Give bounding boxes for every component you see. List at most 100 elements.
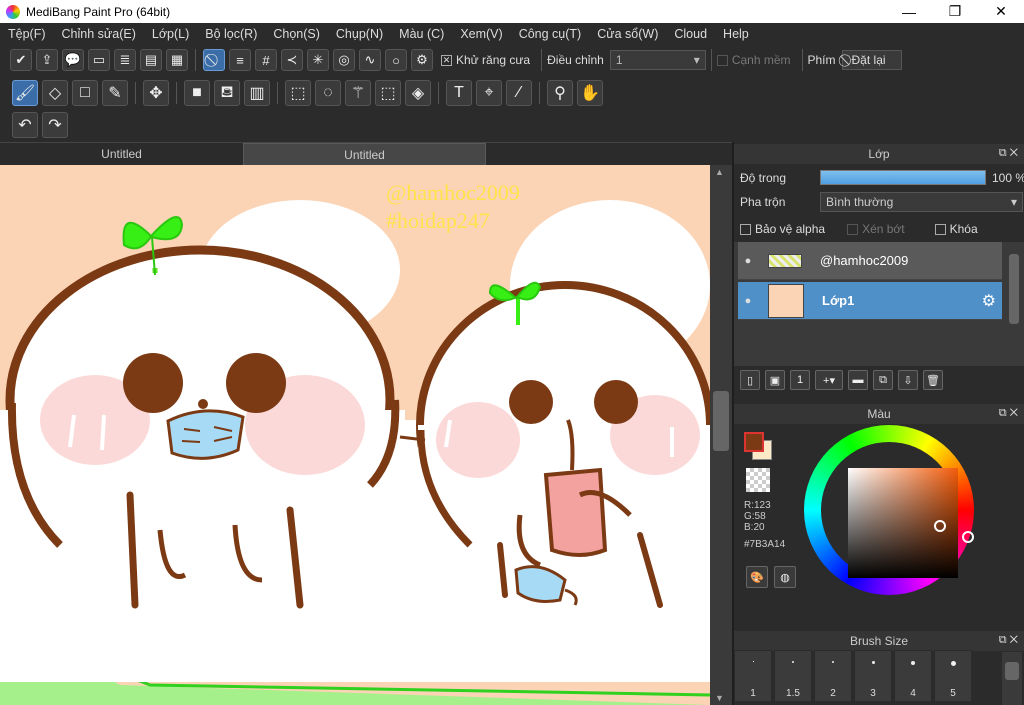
layer-settings-icon[interactable]: ⚙ bbox=[982, 291, 996, 311]
concentric-snap-icon[interactable]: ◎ bbox=[333, 49, 355, 71]
scroll-up-icon[interactable]: ▲ bbox=[715, 167, 724, 177]
page-icon[interactable]: ≣ bbox=[114, 49, 136, 71]
delete-layer-icon[interactable]: 🗑 bbox=[923, 370, 943, 390]
select-eraser-icon[interactable]: ◈ bbox=[405, 80, 431, 106]
foreground-color-swatch[interactable] bbox=[744, 432, 764, 452]
menu-tools[interactable]: Công cụ(T) bbox=[511, 27, 590, 41]
correction-dropdown[interactable]: 1 ▾ bbox=[609, 50, 706, 70]
new-1bit-layer-icon[interactable]: 1 bbox=[790, 370, 810, 390]
brush-size-cell[interactable]: 1 bbox=[734, 650, 772, 702]
text-tool-icon[interactable]: T bbox=[446, 80, 472, 106]
page-settings-icon[interactable]: ▦ bbox=[166, 49, 188, 71]
magic-wand-icon[interactable]: ⚚ bbox=[345, 80, 371, 106]
panel-popout-close-icon[interactable]: ⧉ ✕ bbox=[999, 147, 1018, 160]
perspective-snap-icon[interactable]: ≺ bbox=[281, 49, 303, 71]
lock-checkbox[interactable] bbox=[934, 223, 946, 235]
share-icon[interactable]: ⇪ bbox=[36, 49, 58, 71]
operation-tool-icon[interactable]: ⌖ bbox=[476, 80, 502, 106]
select-pen-icon[interactable]: ⬚ bbox=[375, 80, 401, 106]
circle-snap-icon[interactable]: ○ bbox=[385, 49, 407, 71]
visibility-icon[interactable]: ● bbox=[738, 295, 758, 307]
antialias-checkbox[interactable]: ✕ bbox=[441, 54, 452, 66]
lasso-select-icon[interactable]: ◌ bbox=[315, 80, 341, 106]
tab-untitled-2[interactable]: Untitled bbox=[243, 143, 486, 165]
move-tool-icon[interactable]: ✥ bbox=[143, 80, 169, 106]
menu-window[interactable]: Cửa sổ(W) bbox=[589, 27, 666, 41]
pen-tool-icon[interactable]: ✎ bbox=[102, 80, 128, 106]
panel-popout-close-icon[interactable]: ⧉ ✕ bbox=[999, 634, 1018, 647]
clipping-checkbox[interactable] bbox=[847, 223, 859, 235]
bucket-tool-icon[interactable]: ⛾ bbox=[214, 80, 240, 106]
close-button[interactable]: ✕ bbox=[978, 0, 1024, 23]
drawing-canvas[interactable]: @hamhoc2009 #hoidap247 bbox=[0, 165, 710, 705]
layer-list-scrollbar[interactable] bbox=[1006, 242, 1022, 366]
brush-size-cell[interactable]: 5 bbox=[934, 650, 972, 702]
menu-help[interactable]: Help bbox=[715, 27, 757, 41]
merge-layer-icon[interactable]: ⇩ bbox=[898, 370, 918, 390]
layer-item-selected[interactable]: ● Lớp1 ⚙ bbox=[738, 282, 1002, 320]
hand-tool-icon[interactable]: ✋ bbox=[577, 80, 603, 106]
eyedropper-tool-icon[interactable]: ⚲ bbox=[547, 80, 573, 106]
brush-scroll-thumb[interactable] bbox=[1005, 662, 1019, 680]
snap-off-icon[interactable]: ⃠ bbox=[203, 49, 225, 71]
menu-edit[interactable]: Chỉnh sửa(E) bbox=[54, 27, 144, 41]
transparent-color-swatch[interactable] bbox=[746, 468, 770, 492]
menu-view[interactable]: Xem(V) bbox=[452, 27, 510, 41]
menu-snap[interactable]: Chụp(N) bbox=[328, 27, 391, 41]
fill-shape-icon[interactable]: ■ bbox=[184, 80, 210, 106]
new-layer-icon[interactable]: ▯ bbox=[740, 370, 760, 390]
new-image-layer-icon[interactable]: ▣ bbox=[765, 370, 785, 390]
blend-dropdown[interactable]: Bình thường ▾ bbox=[820, 192, 1023, 212]
snap-settings-icon[interactable]: ⚙ bbox=[411, 49, 433, 71]
grid-snap-icon[interactable]: # bbox=[255, 49, 277, 71]
curve-snap-icon[interactable]: ∿ bbox=[359, 49, 381, 71]
menu-select[interactable]: Chọn(S) bbox=[265, 27, 328, 41]
dot-tool-icon[interactable]: □ bbox=[72, 80, 98, 106]
tab-untitled-1[interactable]: Untitled bbox=[0, 143, 243, 165]
reset-button[interactable]: ⃠ Đặt lại bbox=[841, 50, 902, 70]
minimize-button[interactable]: — bbox=[886, 0, 932, 23]
brush-tool-icon[interactable]: 🖌 bbox=[12, 80, 38, 106]
cloud-check-icon[interactable]: ✔ bbox=[10, 49, 32, 71]
undo-icon[interactable]: ↶ bbox=[12, 112, 38, 138]
comment-icon[interactable]: 💬 bbox=[62, 49, 84, 71]
gradient-tool-icon[interactable]: ▥ bbox=[244, 80, 270, 106]
brush-size-cell[interactable]: 2 bbox=[814, 650, 852, 702]
visibility-icon[interactable]: ● bbox=[738, 255, 758, 267]
layer-scroll-thumb[interactable] bbox=[1009, 254, 1019, 324]
brush-size-cell[interactable]: 3 bbox=[854, 650, 892, 702]
menu-cloud[interactable]: Cloud bbox=[666, 27, 715, 41]
soft-edge-checkbox[interactable] bbox=[716, 54, 728, 66]
brush-size-cell[interactable]: 1.5 bbox=[774, 650, 812, 702]
speech-bubble-icon[interactable]: ▭ bbox=[88, 49, 110, 71]
menu-color[interactable]: Màu (C) bbox=[391, 27, 452, 41]
divide-tool-icon[interactable]: ⁄ bbox=[506, 80, 532, 106]
hue-handle[interactable] bbox=[962, 531, 974, 543]
rect-select-icon[interactable]: ⬚ bbox=[285, 80, 311, 106]
parallel-snap-icon[interactable]: ≡ bbox=[229, 49, 251, 71]
page-manager-icon[interactable]: ▤ bbox=[140, 49, 162, 71]
folder-icon[interactable]: ▬ bbox=[848, 370, 868, 390]
brush-size-scrollbar[interactable] bbox=[1002, 652, 1022, 705]
canvas-scrollbar[interactable]: ▲ ▼ bbox=[710, 165, 732, 705]
palette-settings-icon[interactable]: ◍ bbox=[774, 566, 796, 588]
menu-layer[interactable]: Lớp(L) bbox=[144, 27, 197, 41]
maximize-button[interactable]: ❐ bbox=[932, 0, 978, 23]
radial-snap-icon[interactable]: ✳ bbox=[307, 49, 329, 71]
palette-icon[interactable]: 🎨 bbox=[746, 566, 768, 588]
saturation-value-square[interactable] bbox=[848, 468, 958, 578]
scroll-down-icon[interactable]: ▼ bbox=[715, 693, 724, 703]
menu-file[interactable]: Tệp(F) bbox=[0, 27, 54, 41]
menu-filter[interactable]: Bộ lọc(R) bbox=[197, 27, 265, 41]
scrollbar-thumb[interactable] bbox=[713, 391, 729, 451]
sv-handle[interactable] bbox=[934, 520, 946, 532]
opacity-slider[interactable] bbox=[820, 170, 986, 185]
eraser-tool-icon[interactable]: ◇ bbox=[42, 80, 68, 106]
layer-item[interactable]: ● @hamhoc2009 bbox=[738, 242, 1002, 280]
protect-alpha-checkbox[interactable] bbox=[740, 223, 751, 235]
redo-icon[interactable]: ↷ bbox=[42, 112, 68, 138]
add-layer-menu-icon[interactable]: +▾ bbox=[815, 370, 843, 390]
brush-size-cell[interactable]: 4 bbox=[894, 650, 932, 702]
panel-popout-close-icon[interactable]: ⧉ ✕ bbox=[999, 407, 1018, 420]
duplicate-layer-icon[interactable]: ⧉ bbox=[873, 370, 893, 390]
